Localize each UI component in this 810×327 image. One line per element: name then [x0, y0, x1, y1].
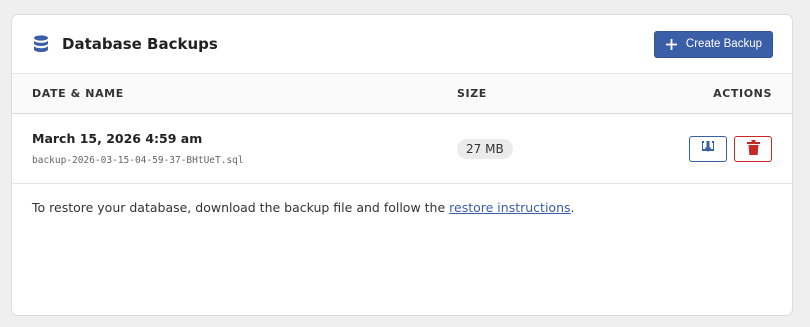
database-icon [33, 35, 49, 53]
plus-icon [665, 38, 677, 50]
restore-note-text: To restore your database, download the b… [32, 200, 446, 215]
column-header-size: SIZE [457, 87, 487, 100]
backup-size-cell: 27 MB [457, 138, 607, 159]
restore-instructions-link[interactable]: restore instructions [449, 200, 570, 215]
delete-button[interactable] [734, 135, 772, 162]
column-header-date-name: DATE & NAME [32, 87, 124, 100]
page-title: Database Backups [62, 35, 218, 53]
column-header-actions: ACTIONS [713, 87, 772, 100]
create-backup-button[interactable]: Create Backup [653, 30, 773, 58]
backup-filename: backup-2026-03-15-04-59-37-BHtUeT.sql [32, 155, 244, 166]
download-icon [701, 140, 715, 158]
table-row: March 15, 2026 4:59 am backup-2026-03-15… [12, 114, 792, 184]
table-header: DATE & NAME SIZE ACTIONS [12, 74, 792, 114]
backup-date: March 15, 2026 4:59 am [32, 131, 203, 146]
backups-card: Database Backups Create Backup DATE & NA… [11, 14, 793, 316]
restore-note-end: . [570, 200, 575, 215]
size-badge: 27 MB [457, 139, 513, 159]
create-backup-label: Create Backup [685, 38, 762, 50]
title-wrap: Database Backups [33, 35, 218, 53]
restore-note: To restore your database, download the b… [12, 184, 792, 231]
trash-icon [746, 139, 760, 158]
row-actions [607, 135, 772, 162]
download-button[interactable] [689, 135, 727, 162]
backup-info: March 15, 2026 4:59 am backup-2026-03-15… [32, 131, 457, 166]
card-header: Database Backups Create Backup [12, 15, 792, 74]
